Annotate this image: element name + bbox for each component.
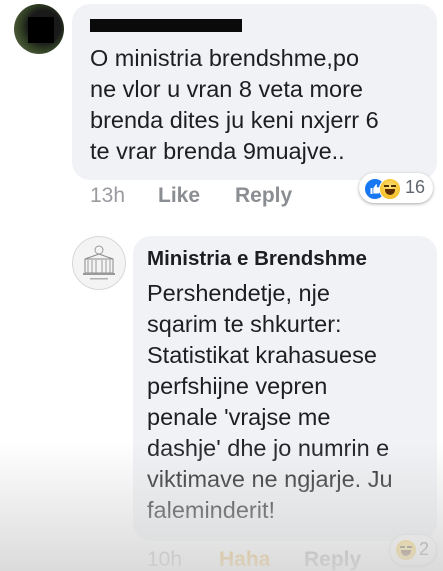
reply-timestamp[interactable]: 10h	[147, 548, 182, 571]
reply-author-name[interactable]: Ministria e Brendshme	[147, 247, 367, 271]
reaction-count: 16	[405, 177, 426, 197]
comment-thread: O ministria brendshme,po ne vlor u vran …	[0, 0, 443, 571]
ministry-avatar[interactable]	[72, 236, 126, 290]
commenter-avatar[interactable]	[14, 4, 64, 54]
reply-text: Pershendetje, nje sqarim te shkurter: St…	[147, 280, 393, 523]
reply-reaction-summary[interactable]: 2	[390, 535, 436, 565]
comment-text: O ministria brendshme,po ne vlor u vran …	[90, 45, 379, 164]
haha-icon	[395, 539, 417, 561]
haha-button[interactable]: Haha	[219, 548, 270, 571]
ministry-building-logo	[83, 245, 115, 280]
reaction-summary[interactable]: 16	[359, 173, 433, 203]
like-button[interactable]: Like	[158, 184, 200, 208]
redaction-block	[28, 17, 54, 43]
reply-button[interactable]: Reply	[304, 548, 361, 571]
comment-timestamp[interactable]: 13h	[90, 184, 125, 208]
haha-icon	[379, 178, 401, 200]
reply-button[interactable]: Reply	[235, 184, 292, 208]
redacted-commenter-name	[90, 19, 242, 32]
reaction-count: 2	[419, 539, 430, 559]
